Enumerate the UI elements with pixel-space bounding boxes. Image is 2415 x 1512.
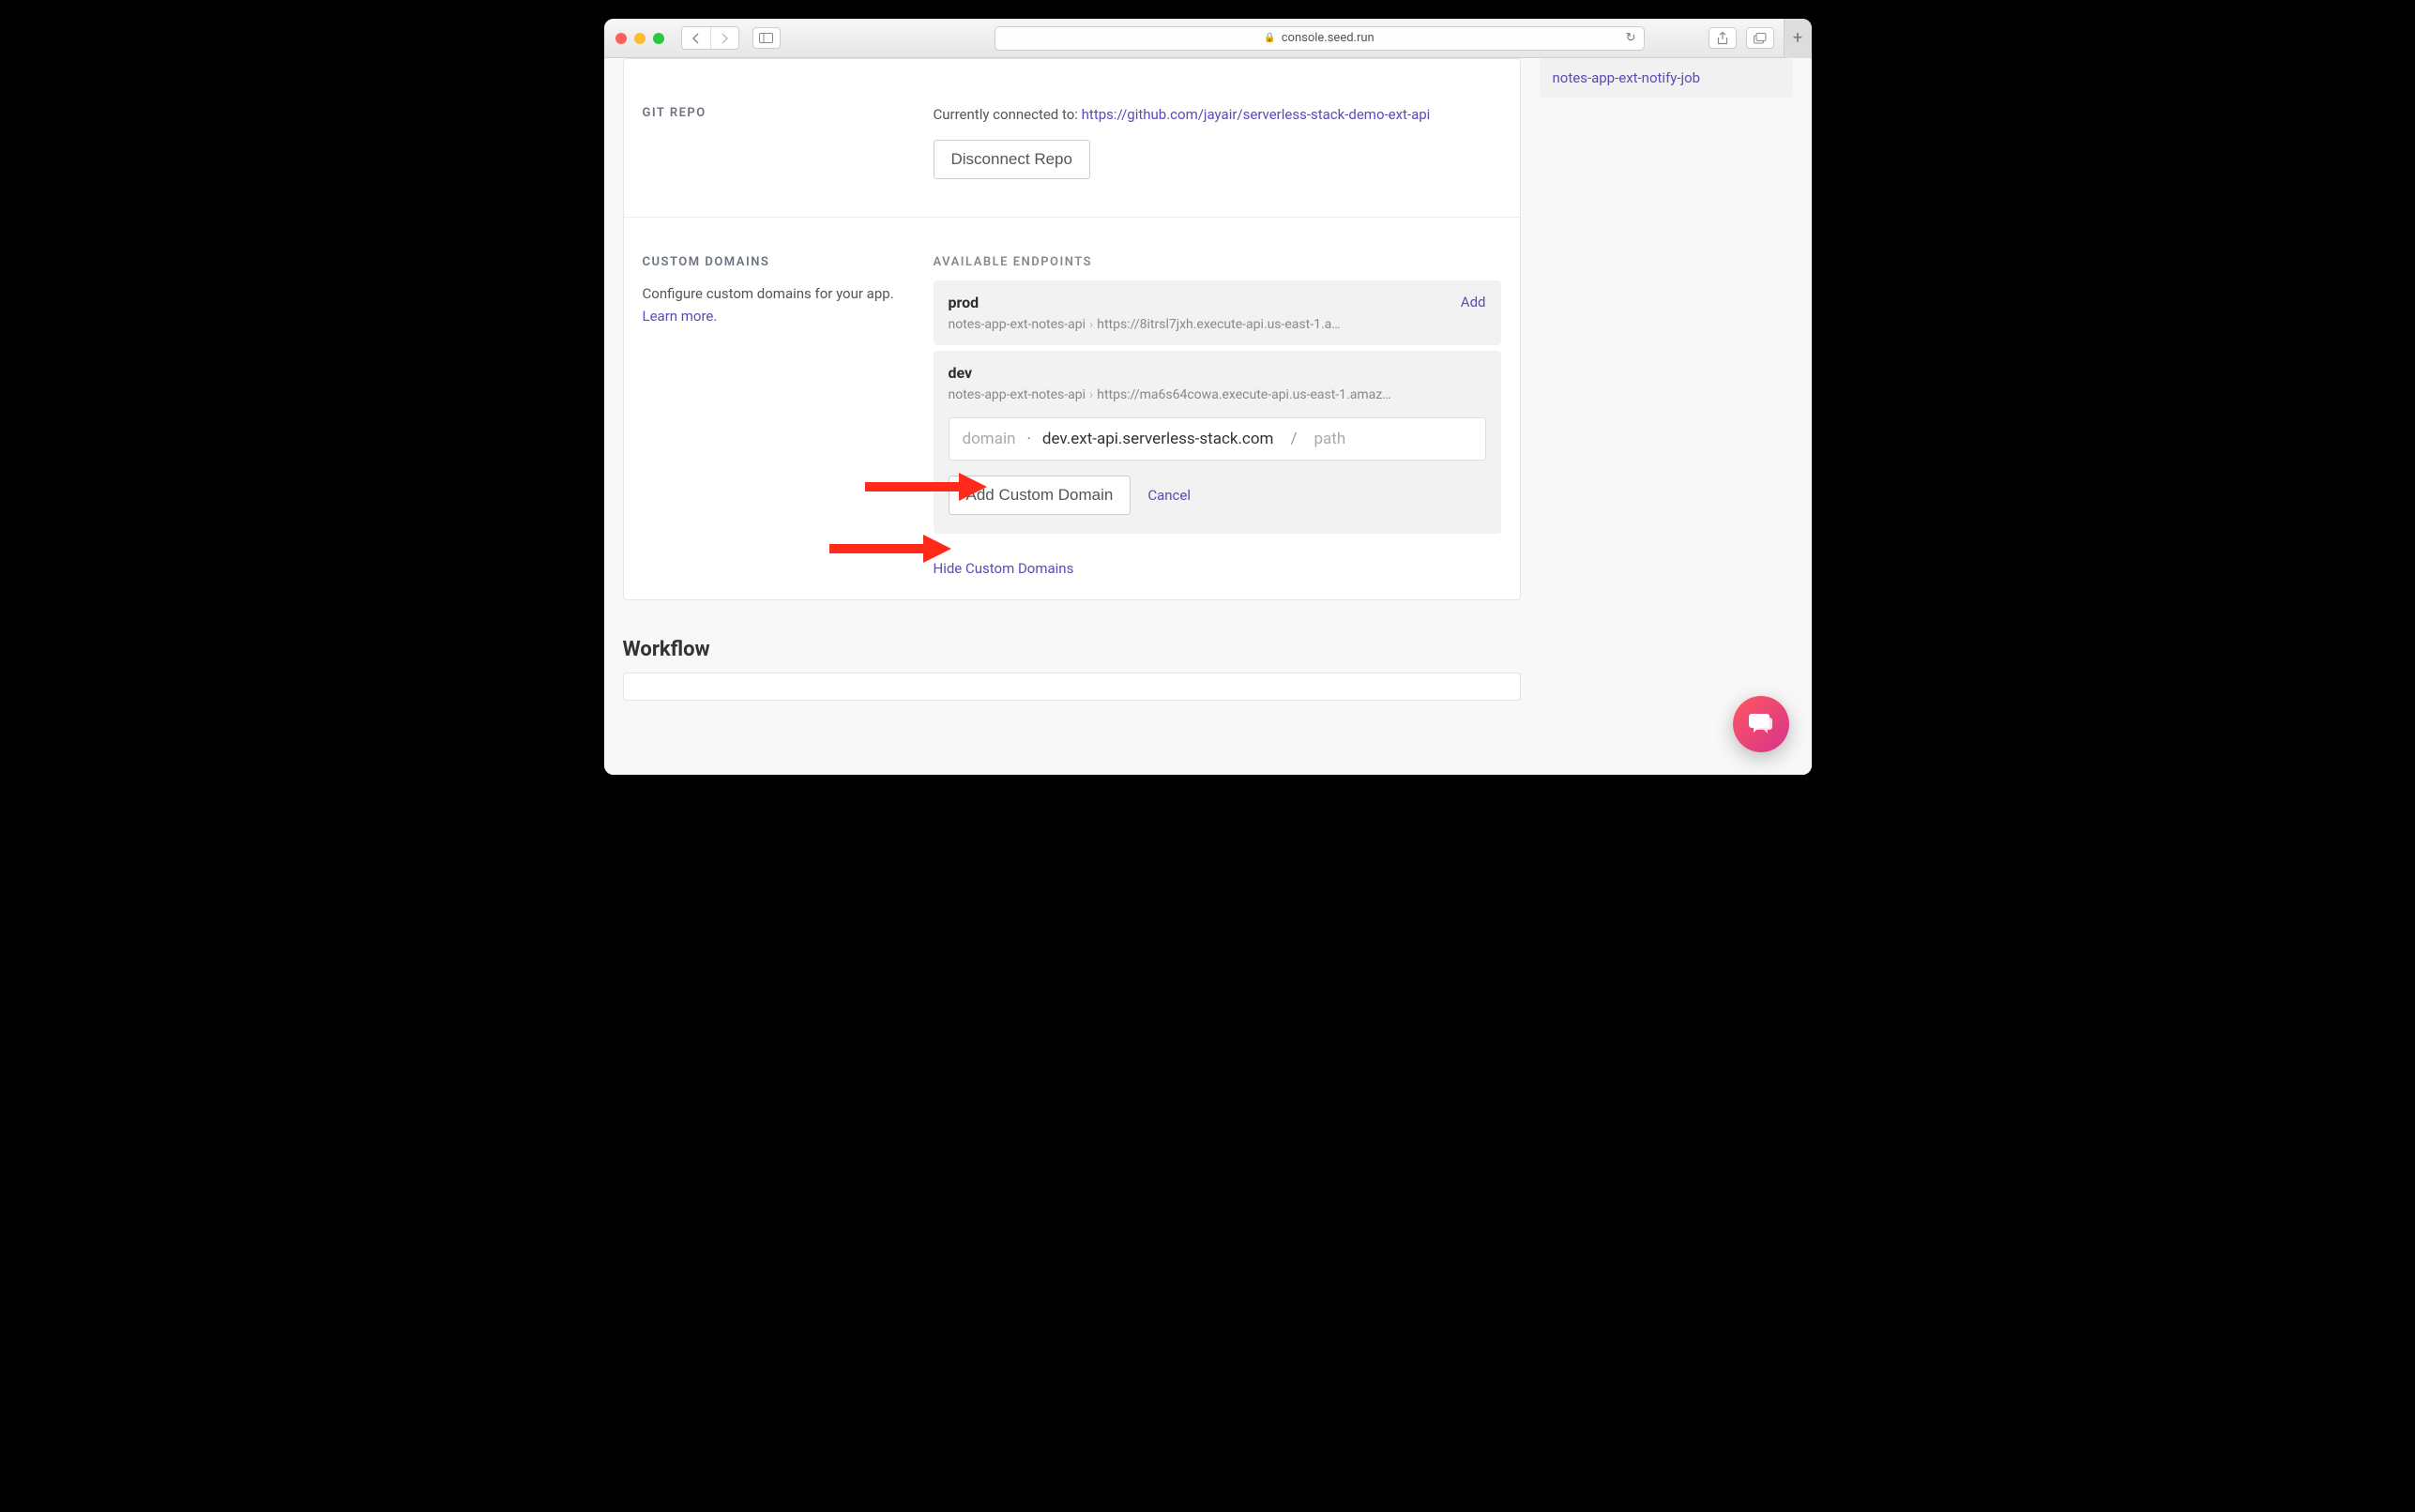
- endpoint-name: prod: [949, 294, 1461, 311]
- available-endpoints-heading: AVAILABLE ENDPOINTS: [934, 255, 1501, 269]
- address-bar[interactable]: 🔒 console.seed.run ↻: [995, 26, 1645, 51]
- new-tab-button[interactable]: +: [1784, 19, 1812, 58]
- share-button[interactable]: [1709, 27, 1737, 49]
- slash-separator: /: [1284, 430, 1302, 448]
- add-link[interactable]: Add: [1461, 294, 1486, 310]
- custom-domains-desc: Configure custom domains for your app. L…: [643, 282, 915, 327]
- domain-value: dev.ext-api.serverless-stack.com: [1042, 430, 1274, 448]
- endpoint-path: notes-app-ext-notes-api›https://8itrsl7j…: [949, 317, 1461, 332]
- annotation-arrow: [865, 473, 987, 501]
- page-content: GIT REPO Currently connected to: https:/…: [604, 58, 1812, 775]
- workflow-heading: Workflow: [623, 638, 1521, 661]
- git-repo-section: GIT REPO Currently connected to: https:/…: [624, 59, 1520, 217]
- endpoint-dev: dev notes-app-ext-notes-api›https://ma6s…: [934, 351, 1501, 534]
- sidebar-item-notify-job[interactable]: notes-app-ext-notify-job: [1540, 58, 1793, 98]
- close-window-button[interactable]: [615, 33, 627, 44]
- chat-widget-button[interactable]: [1733, 696, 1789, 752]
- nav-buttons: [681, 26, 739, 50]
- endpoint-name: dev: [949, 364, 1486, 382]
- disconnect-repo-button[interactable]: Disconnect Repo: [934, 140, 1090, 179]
- repo-url-link[interactable]: https://github.com/jayair/serverless-sta…: [1082, 106, 1431, 123]
- browser-window: 🔒 console.seed.run ↻ + GIT REPO: [604, 19, 1812, 775]
- address-text: console.seed.run: [1282, 31, 1375, 45]
- minimize-window-button[interactable]: [634, 33, 646, 44]
- learn-more-link[interactable]: Learn more.: [643, 308, 718, 325]
- git-repo-title: GIT REPO: [643, 106, 915, 120]
- connected-repo-text: Currently connected to: https://github.c…: [934, 106, 1501, 123]
- dot-separator: ·: [1026, 430, 1030, 448]
- annotation-arrow: [829, 535, 951, 563]
- domain-input-row[interactable]: domain · dev.ext-api.serverless-stack.co…: [949, 417, 1486, 461]
- settings-card: GIT REPO Currently connected to: https:/…: [623, 58, 1521, 600]
- custom-domains-section: CUSTOM DOMAINS Configure custom domains …: [624, 217, 1520, 599]
- forward-button[interactable]: [710, 27, 738, 49]
- endpoint-path: notes-app-ext-notes-api›https://ma6s64co…: [949, 387, 1486, 402]
- sidebar-toggle-button[interactable]: [752, 27, 781, 49]
- hide-custom-domains-link[interactable]: Hide Custom Domains: [934, 560, 1074, 577]
- back-button[interactable]: [682, 27, 710, 49]
- tabs-button[interactable]: [1746, 27, 1774, 49]
- endpoint-prod: prod notes-app-ext-notes-api›https://8it…: [934, 280, 1501, 345]
- cancel-link[interactable]: Cancel: [1147, 487, 1191, 504]
- chat-icon: [1748, 712, 1774, 736]
- path-placeholder: path: [1314, 430, 1345, 448]
- workflow-card: [623, 673, 1521, 701]
- maximize-window-button[interactable]: [653, 33, 664, 44]
- lock-icon: 🔒: [1264, 33, 1275, 43]
- reload-icon[interactable]: ↻: [1626, 31, 1636, 45]
- browser-titlebar: 🔒 console.seed.run ↻ +: [604, 19, 1812, 58]
- subdomain-placeholder: domain: [963, 430, 1016, 448]
- custom-domains-title: CUSTOM DOMAINS: [643, 255, 915, 269]
- titlebar-right: +: [1709, 19, 1800, 58]
- traffic-lights: [615, 33, 664, 44]
